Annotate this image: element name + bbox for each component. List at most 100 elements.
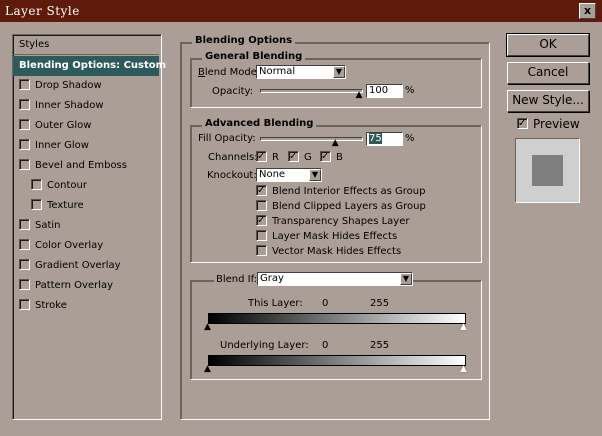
checkbox-icon[interactable] <box>19 118 30 130</box>
checkbox-icon[interactable] <box>19 158 30 170</box>
checkbox-icon[interactable] <box>19 98 30 110</box>
preview-label: Preview <box>533 117 580 131</box>
styles-list-item-label: Outer Glow <box>35 120 92 131</box>
knockout-select[interactable]: None ▼ <box>256 168 322 182</box>
checkbox-icon[interactable] <box>256 244 267 256</box>
styles-list-item[interactable]: Pattern Overlay <box>13 276 159 296</box>
checkbox-icon[interactable] <box>19 78 30 90</box>
advanced-option-label: Blend Interior Effects as Group <box>272 186 426 197</box>
styles-list-item[interactable]: Inner Shadow <box>13 96 159 116</box>
ok-button[interactable]: OK <box>506 33 590 57</box>
channel-g-label: G <box>304 152 312 163</box>
checkbox-icon[interactable] <box>19 278 30 290</box>
blending-options-title: Blending Options <box>192 35 296 46</box>
styles-list-item-label: Contour <box>47 180 87 191</box>
fill-opacity-slider-track[interactable] <box>260 137 363 141</box>
checkbox-icon[interactable] <box>19 258 30 270</box>
knockout-label: Knockout: <box>207 170 257 181</box>
styles-list-item[interactable]: Outer Glow <box>13 116 159 136</box>
styles-list-item[interactable]: Stroke <box>13 296 159 316</box>
underlying-layer-label: Underlying Layer: <box>220 340 309 351</box>
styles-list-item-label: Gradient Overlay <box>35 260 121 271</box>
styles-list-item-label: Blending Options: Custom <box>19 60 167 71</box>
styles-list-item-label: Color Overlay <box>35 240 104 251</box>
styles-list-item[interactable]: Inner Glow <box>13 136 159 156</box>
checkbox-icon[interactable] <box>19 218 30 230</box>
advanced-blending-title: Advanced Blending <box>202 118 317 129</box>
advanced-option-checkbox[interactable]: Layer Mask Hides Effects <box>256 229 398 242</box>
styles-list-item-label: Texture <box>47 200 84 211</box>
opacity-input[interactable]: 100 <box>366 84 403 98</box>
fill-opacity-input[interactable]: 75 <box>366 132 403 146</box>
advanced-option-checkbox[interactable]: Blend Interior Effects as Group <box>256 184 426 197</box>
styles-list-item-label: Drop Shadow <box>35 80 102 91</box>
chevron-down-icon: ▼ <box>333 66 345 78</box>
blend-if-label: Blend If: <box>214 274 260 285</box>
preview-checkbox[interactable]: Preview <box>517 117 580 131</box>
advanced-option-checkbox[interactable]: Blend Clipped Layers as Group <box>256 199 426 212</box>
fill-opacity-slider-thumb[interactable]: ▲ <box>331 139 339 148</box>
cancel-button[interactable]: Cancel <box>507 62 589 84</box>
styles-list-item[interactable]: Bevel and Emboss <box>13 156 159 176</box>
checkbox-checked-icon[interactable] <box>256 214 267 226</box>
checkbox-icon[interactable] <box>19 138 30 150</box>
this-layer-min: 0 <box>322 298 329 309</box>
styles-list-item[interactable]: Contour <box>13 176 159 196</box>
window-title: Layer Style <box>5 4 80 18</box>
channel-r-checkbox[interactable]: R <box>256 150 279 163</box>
checkbox-checked-icon[interactable] <box>320 150 331 162</box>
chevron-down-icon: ▼ <box>309 169 321 181</box>
this-layer-white-handle[interactable]: ▲ <box>460 323 467 332</box>
styles-list-item[interactable]: Gradient Overlay <box>13 256 159 276</box>
channel-g-checkbox[interactable]: G <box>288 150 312 163</box>
close-icon: x <box>583 4 592 17</box>
advanced-option-label: Blend Clipped Layers as Group <box>272 201 426 212</box>
close-button[interactable]: x <box>579 3 596 19</box>
blend-mode-label: Blend Mode: <box>198 67 261 78</box>
checkbox-checked-icon[interactable] <box>256 150 267 162</box>
checkbox-icon[interactable] <box>256 199 267 211</box>
blend-mode-value: Normal <box>259 66 296 77</box>
blend-if-select[interactable]: Gray ▼ <box>257 272 413 286</box>
this-layer-label: This Layer: <box>248 298 303 309</box>
styles-list-item-label: Satin <box>35 220 61 231</box>
chevron-down-icon: ▼ <box>400 273 412 285</box>
checkbox-icon[interactable] <box>31 178 42 190</box>
channel-b-checkbox[interactable]: B <box>320 150 343 163</box>
checkbox-icon[interactable] <box>19 238 30 250</box>
blend-mode-select[interactable]: Normal ▼ <box>256 65 346 79</box>
styles-list-item[interactable]: Color Overlay <box>13 236 159 256</box>
opacity-slider-thumb[interactable]: ▲ <box>355 91 363 100</box>
styles-list-item-label: Bevel and Emboss <box>35 160 127 171</box>
checkbox-icon[interactable] <box>19 298 30 310</box>
channel-r-label: R <box>272 152 279 163</box>
advanced-option-checkbox[interactable]: Transparency Shapes Layer <box>256 214 409 227</box>
checkbox-checked-icon[interactable] <box>256 184 267 196</box>
fill-opacity-label: Fill Opacity: <box>198 133 256 144</box>
styles-list-item[interactable]: Texture <box>13 196 159 216</box>
opacity-slider-track[interactable] <box>260 89 363 93</box>
checkbox-icon[interactable] <box>256 229 267 241</box>
underlying-layer-white-handle[interactable]: ▲ <box>460 365 467 374</box>
new-style-button[interactable]: New Style... <box>507 90 589 112</box>
advanced-option-checkbox[interactable]: Vector Mask Hides Effects <box>256 244 401 257</box>
fill-opacity-value: 75 <box>369 133 382 144</box>
advanced-option-label: Layer Mask Hides Effects <box>272 231 398 242</box>
opacity-unit: % <box>405 85 415 96</box>
styles-list-item[interactable]: Drop Shadow <box>13 76 159 96</box>
styles-list-item[interactable]: Blending Options: Custom <box>13 56 166 76</box>
styles-list-header[interactable]: Styles <box>13 35 159 55</box>
styles-list-item[interactable]: Satin <box>13 216 159 236</box>
underlying-layer-black-handle[interactable]: ▲ <box>204 365 211 374</box>
preview-thumbnail <box>515 138 580 203</box>
checkbox-checked-icon[interactable] <box>517 118 528 129</box>
channel-b-label: B <box>336 152 343 163</box>
opacity-value: 100 <box>369 85 389 96</box>
underlying-layer-max: 255 <box>370 340 390 351</box>
checkbox-checked-icon[interactable] <box>288 150 299 162</box>
underlying-layer-gradient-slider[interactable] <box>208 355 466 366</box>
this-layer-black-handle[interactable]: ▲ <box>204 323 211 332</box>
checkbox-icon[interactable] <box>31 198 42 210</box>
this-layer-gradient-slider[interactable] <box>208 313 466 324</box>
styles-list-item-label: Stroke <box>35 300 67 311</box>
